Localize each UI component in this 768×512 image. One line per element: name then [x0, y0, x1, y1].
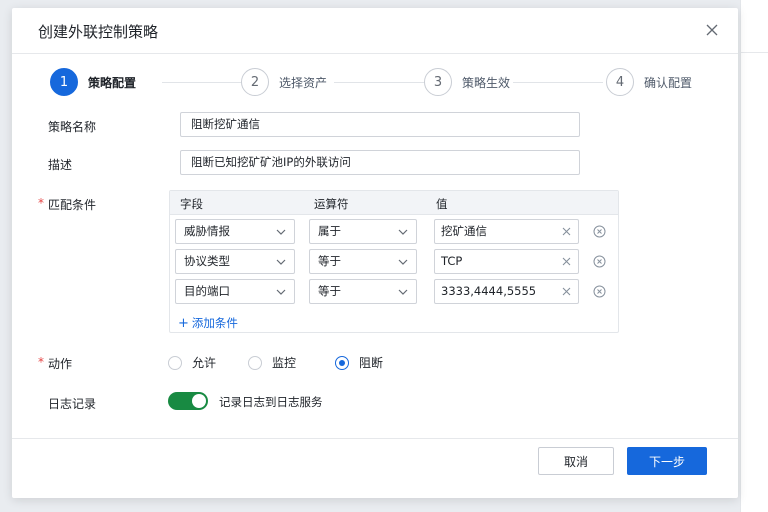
- step-connector: [513, 82, 603, 83]
- radio-monitor[interactable]: 监控: [248, 354, 296, 371]
- remove-condition-icon[interactable]: [593, 255, 606, 268]
- radio-circle: [335, 355, 349, 370]
- value-input-text: 挖矿通信: [441, 224, 487, 238]
- log-label: 日志记录: [48, 397, 97, 411]
- operator-select-value: 等于: [318, 284, 341, 298]
- header-value: 值: [436, 197, 448, 211]
- operator-select[interactable]: 等于: [309, 249, 417, 274]
- chevron-down-icon: [398, 229, 408, 235]
- cancel-button[interactable]: 取消: [538, 447, 614, 475]
- radio-allow[interactable]: 允许: [168, 354, 216, 371]
- remove-condition-icon[interactable]: [593, 285, 606, 298]
- log-toggle-label: 记录日志到日志服务: [219, 395, 323, 409]
- dialog-header: 创建外联控制策略: [12, 8, 738, 54]
- add-condition-label: 添加条件: [191, 316, 238, 330]
- step-connector: [334, 82, 434, 83]
- field-select-value: 目的端口: [184, 284, 230, 298]
- clear-icon[interactable]: [562, 257, 571, 266]
- value-input[interactable]: 3333,4444,5555: [434, 279, 579, 304]
- create-policy-dialog: 创建外联控制策略 1 策略配置 2 选择资产 3 策略生效 4 确认配置 策略名…: [12, 8, 738, 498]
- field-select-value: 威胁情报: [184, 224, 230, 238]
- close-icon: [706, 24, 718, 36]
- field-select[interactable]: 协议类型: [175, 249, 295, 274]
- value-input-text: 3333,4444,5555: [441, 284, 537, 298]
- toggle-knob: [192, 394, 206, 408]
- field-select-value: 协议类型: [184, 254, 230, 268]
- radio-label: 监控: [272, 356, 297, 370]
- description-input[interactable]: 阻断已知挖矿矿池IP的外联访问: [180, 150, 580, 175]
- step-number: 1: [50, 68, 78, 96]
- clear-icon[interactable]: [562, 227, 571, 236]
- remove-condition-icon[interactable]: [593, 225, 606, 238]
- required-mark: *: [38, 196, 44, 210]
- radio-block[interactable]: 阻断: [335, 354, 383, 371]
- operator-select[interactable]: 属于: [309, 219, 417, 244]
- description-label: 描述: [48, 158, 73, 172]
- clear-icon[interactable]: [562, 287, 571, 296]
- policy-name-input[interactable]: 阻断挖矿通信: [180, 112, 580, 137]
- step-label: 策略生效: [462, 75, 511, 90]
- conditions-header: 字段 运算符 值: [170, 191, 618, 215]
- step-label: 策略配置: [88, 75, 137, 90]
- log-toggle[interactable]: [168, 392, 208, 410]
- operator-select[interactable]: 等于: [309, 279, 417, 304]
- chevron-down-icon: [276, 229, 286, 235]
- step-2: 2 选择资产: [241, 68, 327, 96]
- radio-circle: [168, 355, 182, 370]
- conditions-label: * 匹配条件: [38, 196, 97, 213]
- condition-row: 威胁情报 属于 挖矿通信: [170, 219, 620, 245]
- value-input[interactable]: TCP: [434, 249, 579, 274]
- value-input[interactable]: 挖矿通信: [434, 219, 579, 244]
- chevron-down-icon: [276, 289, 286, 295]
- next-step-button[interactable]: 下一步: [627, 447, 707, 475]
- step-number: 4: [606, 68, 634, 96]
- chevron-down-icon: [398, 259, 408, 265]
- footer-divider: [12, 438, 738, 439]
- value-input-text: TCP: [441, 254, 463, 268]
- header-operator: 运算符: [314, 197, 349, 211]
- step-4: 4 确认配置: [606, 68, 692, 96]
- conditions-table: 字段 运算符 值 威胁情报 属于 挖矿通信 协议类型 等于 TCP 目的端口 等…: [169, 190, 619, 333]
- action-label: * 动作: [38, 355, 73, 372]
- conditions-label-text: 匹配条件: [48, 198, 97, 212]
- operator-select-value: 属于: [318, 224, 341, 238]
- step-number: 3: [424, 68, 452, 96]
- chevron-down-icon: [276, 259, 286, 265]
- radio-label: 允许: [192, 356, 217, 370]
- condition-row: 目的端口 等于 3333,4444,5555: [170, 279, 620, 305]
- header-field: 字段: [180, 197, 203, 211]
- background-panel: [740, 0, 768, 512]
- radio-circle: [248, 355, 262, 370]
- step-label: 选择资产: [279, 75, 328, 90]
- step-number: 2: [241, 68, 269, 96]
- plus-icon: +: [178, 316, 189, 331]
- field-select[interactable]: 目的端口: [175, 279, 295, 304]
- required-mark: *: [38, 355, 44, 369]
- background-divider: [741, 52, 768, 53]
- chevron-down-icon: [398, 289, 408, 295]
- field-select[interactable]: 威胁情报: [175, 219, 295, 244]
- dialog-title: 创建外联控制策略: [38, 23, 159, 41]
- step-indicator: 1 策略配置 2 选择资产 3 策略生效 4 确认配置: [50, 68, 710, 96]
- close-button[interactable]: [704, 22, 720, 38]
- action-label-text: 动作: [48, 357, 73, 371]
- step-3: 3 策略生效: [424, 68, 510, 96]
- condition-row: 协议类型 等于 TCP: [170, 249, 620, 275]
- radio-label: 阻断: [359, 356, 384, 370]
- operator-select-value: 等于: [318, 254, 341, 268]
- step-1: 1 策略配置: [50, 68, 136, 96]
- step-label: 确认配置: [644, 75, 693, 90]
- add-condition-button[interactable]: + 添加条件: [178, 315, 238, 331]
- policy-name-label: 策略名称: [48, 120, 97, 134]
